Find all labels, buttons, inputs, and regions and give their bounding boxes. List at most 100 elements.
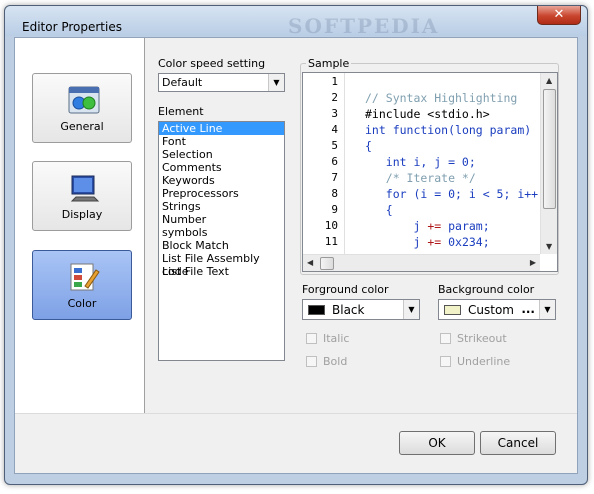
code-token: (i = 0; i < 5; i++) [413, 187, 546, 201]
watermark-text: SOFTPEDIA [288, 14, 440, 38]
button-bar: OK Cancel [15, 413, 577, 473]
editor-properties-window: Editor Properties SOFTPEDIA ✕ General Di… [4, 5, 588, 485]
code-line: #include <stdio.h> [365, 107, 490, 121]
checkbox-box[interactable] [440, 333, 451, 344]
element-list-item[interactable]: List File Text [159, 265, 284, 278]
nav-general-button[interactable]: General [32, 73, 132, 143]
foreground-color-select[interactable]: Black ▼ [302, 299, 420, 320]
element-label: Element [158, 105, 204, 118]
code-token: // Syntax Highlighting [365, 91, 518, 105]
element-list-item[interactable]: Block Match [159, 239, 284, 252]
sample-label: Sample [306, 57, 352, 70]
code-token: += [427, 235, 449, 249]
foreground-color-value: Black [332, 303, 365, 317]
code-token: += [427, 219, 449, 233]
code-line: int function(long param) [365, 123, 531, 137]
nav-general-label: General [60, 120, 104, 133]
code-token: int [365, 155, 414, 169]
foreground-color-label: Forground color [302, 283, 389, 296]
element-list-item[interactable]: Active Line [159, 122, 284, 135]
title-bar[interactable]: Editor Properties SOFTPEDIA ✕ [5, 6, 587, 38]
code-token: j [365, 235, 428, 249]
element-list-item[interactable]: Selection [159, 148, 284, 161]
scroll-right-icon[interactable]: ▶ [530, 258, 536, 267]
line-number: 10 [324, 219, 338, 232]
cancel-button[interactable]: Cancel [480, 431, 556, 455]
code-token: i, j = 0; [413, 155, 476, 169]
code-line: /* Iterate */ [365, 171, 476, 185]
vertical-scrollbar[interactable]: ▲ ▼ [540, 73, 557, 254]
bold-label: Bold [323, 355, 348, 368]
checkbox-box[interactable] [306, 356, 317, 367]
nav-color-button[interactable]: Color [32, 250, 132, 320]
chevron-down-icon[interactable]: ▼ [403, 300, 419, 319]
code-line: for (i = 0; i < 5; i++) [365, 187, 545, 201]
element-list-item[interactable]: Keywords [159, 174, 284, 187]
element-list-item[interactable]: Strings [159, 200, 284, 213]
background-color-select[interactable]: Custom ... ▼ [438, 299, 556, 320]
strikeout-label: Strikeout [457, 332, 507, 345]
background-color-swatch [444, 305, 461, 315]
scroll-left-icon[interactable]: ◀ [307, 258, 313, 267]
category-panel: General Display Color [15, 38, 145, 413]
dialog-body: General Display Color Color speed settin… [14, 37, 578, 474]
nav-color-label: Color [67, 297, 97, 310]
horizontal-scrollbar[interactable]: ◀ ▶ [303, 254, 540, 271]
color-speed-label: Color speed setting [158, 57, 266, 70]
scroll-up-icon[interactable]: ▲ [546, 76, 552, 85]
color-settings-panel: Color speed setting Default ▼ Element Ac… [146, 38, 577, 413]
horizontal-scroll-thumb[interactable] [320, 257, 334, 270]
chevron-down-icon[interactable]: ▼ [268, 74, 284, 91]
element-list-item[interactable]: Comments [159, 161, 284, 174]
code-line: { [365, 139, 372, 153]
element-list-item[interactable]: Preprocessors [159, 187, 284, 200]
line-number: 5 [331, 139, 338, 152]
code-line: j += param; [365, 219, 490, 233]
color-speed-select[interactable]: Default ▼ [158, 73, 285, 92]
scroll-down-icon[interactable]: ▼ [546, 242, 552, 251]
checkbox-box[interactable] [440, 356, 451, 367]
line-number-gutter: 1 2 3 4 5 6 7 8 9 10 11 [303, 73, 345, 271]
nav-display-button[interactable]: Display [32, 161, 132, 231]
code-token: int function [365, 123, 449, 137]
element-list-item[interactable]: Number [159, 213, 284, 226]
code-sample-view: 1 2 3 4 5 6 7 8 9 10 11 // Syntax Highlighting #inc… [302, 72, 558, 272]
checkbox-box[interactable] [306, 333, 317, 344]
color-speed-value: Default [162, 76, 203, 89]
code-token: param; [448, 219, 490, 233]
background-color-value: Custom [468, 303, 514, 317]
vertical-scroll-thumb[interactable] [543, 89, 556, 209]
ok-button[interactable]: OK [399, 431, 475, 455]
line-number: 8 [331, 187, 338, 200]
code-line: j += 0x234; [365, 235, 490, 249]
code-line: int i, j = 0; [365, 155, 476, 169]
element-list[interactable]: Active Line Font Selection Comments Keywords… [158, 121, 285, 361]
line-number: 1 [331, 75, 338, 88]
nav-display-label: Display [61, 208, 103, 221]
more-colors-button[interactable]: ... [521, 302, 535, 316]
code-token: 0x234; [448, 235, 490, 249]
code-token: j [365, 219, 428, 233]
line-number: 9 [331, 203, 338, 216]
element-list-item[interactable]: Font [159, 135, 284, 148]
code-token: /* Iterate */ [365, 171, 476, 185]
code-line: { [365, 203, 393, 217]
code-token: (long param) [448, 123, 532, 137]
color-palette-icon [70, 263, 100, 291]
code-token: { [365, 203, 393, 217]
line-number: 4 [331, 123, 338, 136]
background-color-label: Background color [438, 283, 535, 296]
chevron-down-icon[interactable]: ▼ [539, 300, 555, 319]
monitor-icon [70, 175, 100, 202]
code-line: // Syntax Highlighting [365, 91, 517, 105]
close-button[interactable]: ✕ [537, 6, 581, 25]
window-title: Editor Properties [22, 20, 122, 34]
italic-label: Italic [323, 332, 350, 345]
code-token: { [365, 139, 372, 153]
line-number: 6 [331, 155, 338, 168]
foreground-color-swatch [308, 305, 325, 315]
general-settings-icon [68, 86, 100, 114]
element-list-item[interactable]: List File Assembly code [159, 252, 284, 278]
element-list-item[interactable]: symbols [159, 226, 284, 239]
code-token: #include <stdio.h> [365, 107, 490, 121]
